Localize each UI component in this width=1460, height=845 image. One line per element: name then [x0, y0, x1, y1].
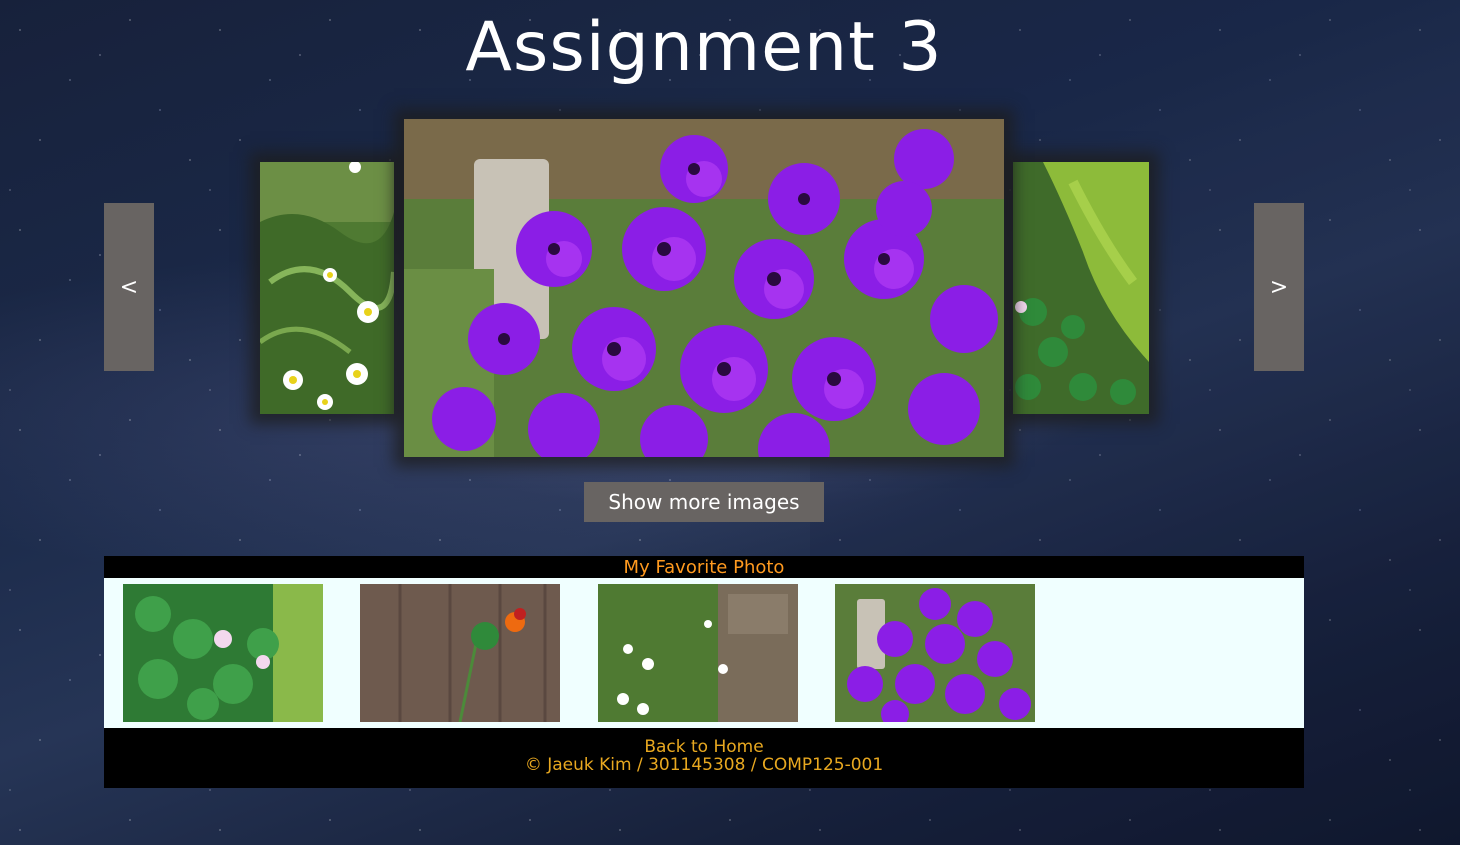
copyright-text: © Jaeuk Kim / 301145308 / COMP125-001: [524, 755, 884, 775]
thumbnail-purple-flowers[interactable]: [835, 584, 1035, 722]
favorites-section: My Favorite Photo Back to Home © Jaeuk K…: [104, 556, 1304, 788]
show-more-images-button[interactable]: Show more images: [584, 482, 824, 522]
page-title: Assignment 3: [465, 8, 943, 87]
favorites-heading: My Favorite Photo: [104, 556, 1304, 578]
thumbnail-daisies-wall[interactable]: [598, 584, 798, 722]
next-button[interactable]: >: [1254, 203, 1304, 371]
prev-button[interactable]: <: [104, 203, 154, 371]
back-to-home-link[interactable]: Back to Home: [104, 738, 1304, 756]
slide-left-image[interactable]: [260, 162, 394, 414]
favorites-strip: [104, 578, 1304, 728]
slide-center-image[interactable]: [404, 119, 1004, 457]
thumbnail-clover[interactable]: [123, 584, 323, 722]
footer: Back to Home © Jaeuk Kim / 301145308 / C…: [104, 728, 1304, 788]
thumbnail-nasturtium-fence[interactable]: [360, 584, 560, 722]
slide-right-image[interactable]: [1013, 162, 1149, 414]
